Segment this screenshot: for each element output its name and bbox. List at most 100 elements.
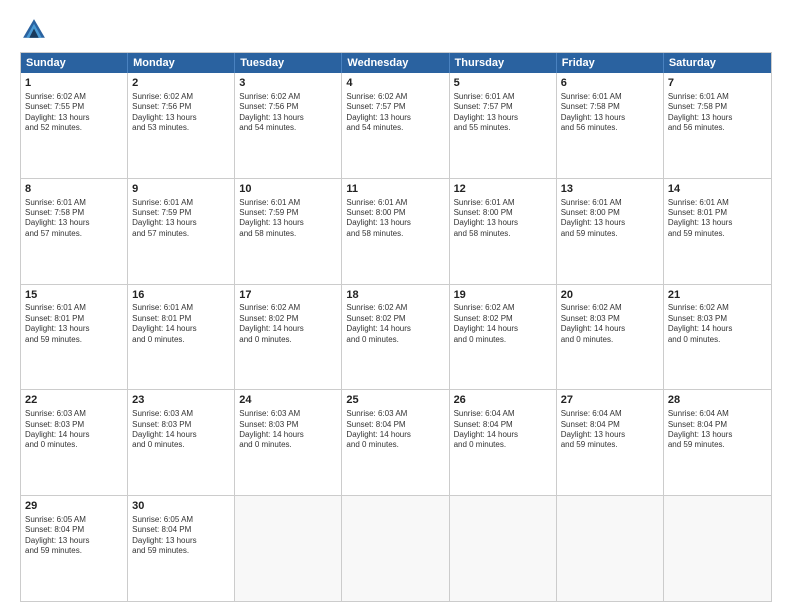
day-number: 16 — [132, 288, 230, 303]
logo-icon — [20, 16, 48, 44]
day-cell-13: 13Sunrise: 6:01 AM Sunset: 8:00 PM Dayli… — [557, 179, 664, 284]
empty-cell-4-6 — [664, 496, 771, 601]
day-number: 28 — [668, 393, 767, 408]
empty-cell-4-5 — [557, 496, 664, 601]
day-info: Sunrise: 6:02 AM Sunset: 8:03 PM Dayligh… — [561, 303, 659, 345]
day-info: Sunrise: 6:03 AM Sunset: 8:03 PM Dayligh… — [132, 409, 230, 451]
day-number: 18 — [346, 288, 444, 303]
day-info: Sunrise: 6:01 AM Sunset: 8:01 PM Dayligh… — [25, 303, 123, 345]
day-cell-26: 26Sunrise: 6:04 AM Sunset: 8:04 PM Dayli… — [450, 390, 557, 495]
day-info: Sunrise: 6:02 AM Sunset: 7:56 PM Dayligh… — [239, 92, 337, 134]
day-info: Sunrise: 6:04 AM Sunset: 8:04 PM Dayligh… — [454, 409, 552, 451]
day-number: 24 — [239, 393, 337, 408]
day-info: Sunrise: 6:02 AM Sunset: 8:02 PM Dayligh… — [346, 303, 444, 345]
day-cell-25: 25Sunrise: 6:03 AM Sunset: 8:04 PM Dayli… — [342, 390, 449, 495]
day-number: 26 — [454, 393, 552, 408]
day-cell-27: 27Sunrise: 6:04 AM Sunset: 8:04 PM Dayli… — [557, 390, 664, 495]
header-day-wednesday: Wednesday — [342, 53, 449, 73]
day-cell-17: 17Sunrise: 6:02 AM Sunset: 8:02 PM Dayli… — [235, 285, 342, 390]
day-info: Sunrise: 6:01 AM Sunset: 7:59 PM Dayligh… — [132, 198, 230, 240]
day-number: 22 — [25, 393, 123, 408]
day-info: Sunrise: 6:02 AM Sunset: 8:02 PM Dayligh… — [454, 303, 552, 345]
day-number: 21 — [668, 288, 767, 303]
calendar-header: SundayMondayTuesdayWednesdayThursdayFrid… — [21, 53, 771, 73]
day-cell-20: 20Sunrise: 6:02 AM Sunset: 8:03 PM Dayli… — [557, 285, 664, 390]
day-info: Sunrise: 6:01 AM Sunset: 8:01 PM Dayligh… — [132, 303, 230, 345]
day-number: 11 — [346, 182, 444, 197]
header-day-saturday: Saturday — [664, 53, 771, 73]
day-cell-3: 3Sunrise: 6:02 AM Sunset: 7:56 PM Daylig… — [235, 73, 342, 178]
day-number: 25 — [346, 393, 444, 408]
header — [20, 16, 772, 44]
day-info: Sunrise: 6:01 AM Sunset: 8:00 PM Dayligh… — [561, 198, 659, 240]
day-cell-15: 15Sunrise: 6:01 AM Sunset: 8:01 PM Dayli… — [21, 285, 128, 390]
day-info: Sunrise: 6:01 AM Sunset: 7:57 PM Dayligh… — [454, 92, 552, 134]
day-info: Sunrise: 6:02 AM Sunset: 8:03 PM Dayligh… — [668, 303, 767, 345]
calendar-row-4: 29Sunrise: 6:05 AM Sunset: 8:04 PM Dayli… — [21, 495, 771, 601]
empty-cell-4-3 — [342, 496, 449, 601]
day-info: Sunrise: 6:01 AM Sunset: 8:01 PM Dayligh… — [668, 198, 767, 240]
day-cell-14: 14Sunrise: 6:01 AM Sunset: 8:01 PM Dayli… — [664, 179, 771, 284]
empty-cell-4-2 — [235, 496, 342, 601]
calendar-row-0: 1Sunrise: 6:02 AM Sunset: 7:55 PM Daylig… — [21, 73, 771, 178]
day-cell-23: 23Sunrise: 6:03 AM Sunset: 8:03 PM Dayli… — [128, 390, 235, 495]
header-day-monday: Monday — [128, 53, 235, 73]
day-cell-29: 29Sunrise: 6:05 AM Sunset: 8:04 PM Dayli… — [21, 496, 128, 601]
day-cell-12: 12Sunrise: 6:01 AM Sunset: 8:00 PM Dayli… — [450, 179, 557, 284]
day-number: 9 — [132, 182, 230, 197]
day-info: Sunrise: 6:01 AM Sunset: 7:58 PM Dayligh… — [668, 92, 767, 134]
day-number: 17 — [239, 288, 337, 303]
day-cell-8: 8Sunrise: 6:01 AM Sunset: 7:58 PM Daylig… — [21, 179, 128, 284]
calendar-row-2: 15Sunrise: 6:01 AM Sunset: 8:01 PM Dayli… — [21, 284, 771, 390]
day-cell-5: 5Sunrise: 6:01 AM Sunset: 7:57 PM Daylig… — [450, 73, 557, 178]
day-cell-24: 24Sunrise: 6:03 AM Sunset: 8:03 PM Dayli… — [235, 390, 342, 495]
day-number: 8 — [25, 182, 123, 197]
day-info: Sunrise: 6:05 AM Sunset: 8:04 PM Dayligh… — [132, 515, 230, 557]
day-number: 20 — [561, 288, 659, 303]
day-cell-18: 18Sunrise: 6:02 AM Sunset: 8:02 PM Dayli… — [342, 285, 449, 390]
day-cell-21: 21Sunrise: 6:02 AM Sunset: 8:03 PM Dayli… — [664, 285, 771, 390]
header-day-tuesday: Tuesday — [235, 53, 342, 73]
header-day-thursday: Thursday — [450, 53, 557, 73]
day-info: Sunrise: 6:03 AM Sunset: 8:03 PM Dayligh… — [239, 409, 337, 451]
day-number: 6 — [561, 76, 659, 91]
calendar-body: 1Sunrise: 6:02 AM Sunset: 7:55 PM Daylig… — [21, 73, 771, 601]
day-number: 30 — [132, 499, 230, 514]
day-cell-7: 7Sunrise: 6:01 AM Sunset: 7:58 PM Daylig… — [664, 73, 771, 178]
day-number: 12 — [454, 182, 552, 197]
day-cell-10: 10Sunrise: 6:01 AM Sunset: 7:59 PM Dayli… — [235, 179, 342, 284]
day-number: 10 — [239, 182, 337, 197]
day-number: 19 — [454, 288, 552, 303]
day-cell-30: 30Sunrise: 6:05 AM Sunset: 8:04 PM Dayli… — [128, 496, 235, 601]
day-number: 7 — [668, 76, 767, 91]
day-info: Sunrise: 6:01 AM Sunset: 7:59 PM Dayligh… — [239, 198, 337, 240]
day-info: Sunrise: 6:01 AM Sunset: 8:00 PM Dayligh… — [346, 198, 444, 240]
day-info: Sunrise: 6:05 AM Sunset: 8:04 PM Dayligh… — [25, 515, 123, 557]
day-number: 5 — [454, 76, 552, 91]
day-cell-4: 4Sunrise: 6:02 AM Sunset: 7:57 PM Daylig… — [342, 73, 449, 178]
day-info: Sunrise: 6:02 AM Sunset: 7:57 PM Dayligh… — [346, 92, 444, 134]
day-info: Sunrise: 6:02 AM Sunset: 7:55 PM Dayligh… — [25, 92, 123, 134]
day-number: 23 — [132, 393, 230, 408]
day-info: Sunrise: 6:03 AM Sunset: 8:04 PM Dayligh… — [346, 409, 444, 451]
day-number: 15 — [25, 288, 123, 303]
day-cell-9: 9Sunrise: 6:01 AM Sunset: 7:59 PM Daylig… — [128, 179, 235, 284]
calendar-row-1: 8Sunrise: 6:01 AM Sunset: 7:58 PM Daylig… — [21, 178, 771, 284]
day-info: Sunrise: 6:04 AM Sunset: 8:04 PM Dayligh… — [668, 409, 767, 451]
day-number: 29 — [25, 499, 123, 514]
day-info: Sunrise: 6:01 AM Sunset: 7:58 PM Dayligh… — [25, 198, 123, 240]
day-info: Sunrise: 6:04 AM Sunset: 8:04 PM Dayligh… — [561, 409, 659, 451]
day-number: 2 — [132, 76, 230, 91]
day-number: 13 — [561, 182, 659, 197]
day-info: Sunrise: 6:01 AM Sunset: 7:58 PM Dayligh… — [561, 92, 659, 134]
day-number: 1 — [25, 76, 123, 91]
logo — [20, 16, 52, 44]
empty-cell-4-4 — [450, 496, 557, 601]
day-info: Sunrise: 6:02 AM Sunset: 8:02 PM Dayligh… — [239, 303, 337, 345]
day-cell-22: 22Sunrise: 6:03 AM Sunset: 8:03 PM Dayli… — [21, 390, 128, 495]
day-cell-1: 1Sunrise: 6:02 AM Sunset: 7:55 PM Daylig… — [21, 73, 128, 178]
day-info: Sunrise: 6:02 AM Sunset: 7:56 PM Dayligh… — [132, 92, 230, 134]
day-cell-16: 16Sunrise: 6:01 AM Sunset: 8:01 PM Dayli… — [128, 285, 235, 390]
page: SundayMondayTuesdayWednesdayThursdayFrid… — [0, 0, 792, 612]
day-number: 27 — [561, 393, 659, 408]
